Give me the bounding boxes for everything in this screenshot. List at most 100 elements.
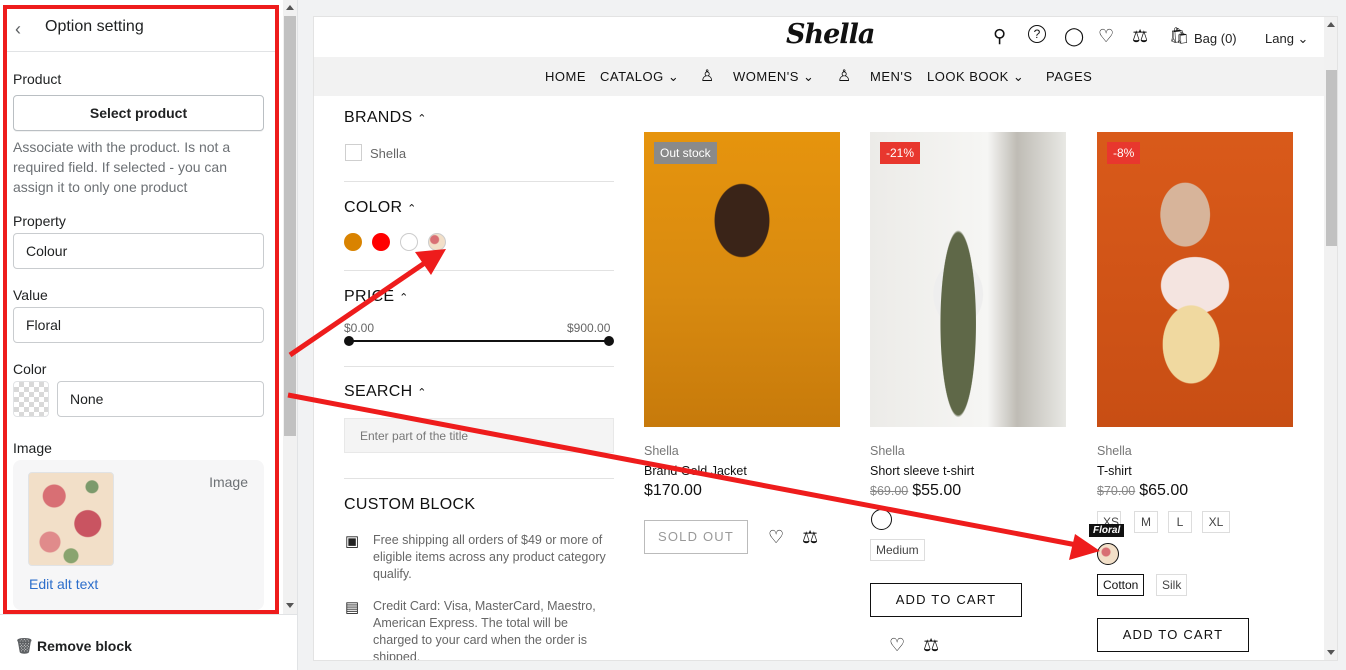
color-filter-heading[interactable]: COLOR ⌃ [344, 199, 417, 217]
old-price: $70.00 [1097, 484, 1136, 498]
brand-checkbox-label[interactable]: Shella [370, 146, 406, 161]
select-product-button[interactable]: Select product [13, 95, 264, 131]
price-slider-max-handle[interactable] [604, 336, 614, 346]
add-to-cart-button[interactable]: ADD TO CART [1097, 618, 1249, 652]
material-option-cotton[interactable]: Cotton [1097, 574, 1145, 596]
floral-image-thumbnail[interactable] [28, 472, 114, 566]
wishlist-icon[interactable]: ♡ [889, 635, 905, 656]
image-picker: Image Edit alt text [13, 460, 264, 610]
option-settings-panel: ‹ Option setting Product Select product … [0, 0, 298, 670]
size-option-xl[interactable]: XL [1202, 511, 1230, 533]
nav-womens[interactable]: WOMEN'S ⌄ [733, 69, 814, 85]
product-name[interactable]: Short sleeve t-shirt [870, 464, 974, 478]
nav-catalog-label: CATALOG [600, 69, 664, 84]
product-image-gold-jacket[interactable]: Out stock [644, 132, 840, 427]
package-icon: ▣ [345, 533, 360, 550]
main-navigation: HOME CATALOG ⌄ ♙ WOMEN'S ⌄ ♙ MEN'S LOOK … [314, 57, 1324, 96]
scroll-up-icon[interactable] [1327, 22, 1335, 27]
price-slider-min-handle[interactable] [344, 336, 354, 346]
color-swatch[interactable] [13, 381, 49, 417]
product-vendor[interactable]: Shella [644, 444, 679, 458]
product-vendor[interactable]: Shella [1097, 444, 1132, 458]
price-filter-heading[interactable]: PRICE ⌃ [344, 288, 409, 306]
badge-out-stock: Out stock [654, 142, 717, 164]
chevron-up-icon: ⌃ [417, 113, 427, 125]
material-option-silk[interactable]: Silk [1156, 574, 1188, 596]
nav-catalog[interactable]: CATALOG ⌄ [600, 69, 679, 85]
add-to-cart-button[interactable]: ADD TO CART [870, 583, 1022, 617]
preview-scrollbar[interactable] [1324, 17, 1337, 660]
shipping-text: Free shipping all orders of $49 or more … [373, 533, 606, 581]
chevron-up-icon: ⌃ [417, 387, 427, 399]
product-name[interactable]: Brand Gold Jacket [644, 464, 747, 478]
scrollbar-thumb[interactable] [1326, 70, 1337, 246]
back-arrow-icon[interactable]: ‹ [15, 19, 21, 40]
bag-icon[interactable]: 🛍 [1169, 26, 1189, 46]
panel-header: ‹ Option setting [7, 7, 275, 52]
product-price-block: $70.00 $65.00 [1097, 482, 1188, 500]
product-name[interactable]: T-shirt [1097, 464, 1132, 478]
product-image-short-sleeve[interactable]: -21% [870, 132, 1066, 427]
compare-icon[interactable]: ⚖ [1132, 26, 1148, 47]
color-input[interactable]: None [57, 381, 264, 417]
color-swatch-floral[interactable] [428, 233, 446, 251]
payment-text: Credit Card: Visa, MasterCard, Maestro, … [373, 599, 596, 661]
scroll-down-icon[interactable] [286, 603, 294, 608]
value-input[interactable]: Floral [13, 307, 264, 343]
color-swatch-orange[interactable] [344, 233, 362, 251]
scroll-down-icon[interactable] [1327, 650, 1335, 655]
color-option-white[interactable] [871, 509, 892, 530]
image-label: Image [13, 440, 52, 456]
edit-alt-text-link[interactable]: Edit alt text [29, 576, 98, 592]
filter-divider [344, 181, 614, 182]
color-option-floral[interactable] [1097, 543, 1119, 565]
badge-discount: -8% [1107, 142, 1141, 164]
product-help-text: Associate with the product. Is not a req… [13, 139, 231, 195]
size-option-l[interactable]: L [1168, 511, 1192, 533]
property-input[interactable]: Colour [13, 233, 264, 269]
image-change-link[interactable]: Image [209, 474, 248, 490]
search-filter-heading[interactable]: SEARCH ⌃ [344, 383, 427, 401]
nav-lookbook[interactable]: LOOK BOOK ⌄ [927, 69, 1024, 85]
product-vendor[interactable]: Shella [870, 444, 905, 458]
value-label: Value [13, 287, 48, 303]
size-option-m[interactable]: M [1134, 511, 1158, 533]
scrollbar-thumb[interactable] [284, 16, 296, 436]
remove-block-button[interactable]: 🗑 Remove block [15, 637, 132, 655]
brand-checkbox[interactable] [345, 144, 362, 161]
men-person-icon: ♙ [837, 68, 852, 85]
nav-pages[interactable]: PAGES [1046, 69, 1092, 84]
help-icon[interactable]: ? [1028, 25, 1046, 43]
sold-out-button[interactable]: SOLD OUT [644, 520, 748, 554]
filter-divider [344, 270, 614, 271]
product-image-tshirt[interactable]: -8% [1097, 132, 1293, 427]
account-icon[interactable]: ◯ [1064, 26, 1084, 47]
compare-icon[interactable]: ⚖ [923, 635, 939, 656]
color-label: Color [13, 361, 47, 377]
size-option-medium[interactable]: Medium [870, 539, 925, 561]
women-person-icon: ♙ [700, 68, 715, 85]
store-logo[interactable]: Shella [786, 19, 875, 50]
nav-home[interactable]: HOME [545, 69, 586, 84]
scroll-up-icon[interactable] [286, 5, 294, 10]
price-max: $900.00 [567, 321, 611, 335]
compare-icon[interactable]: ⚖ [802, 527, 818, 548]
bag-count[interactable]: Bag (0) [1194, 31, 1237, 46]
price-slider-track[interactable] [349, 340, 610, 342]
filter-search-input[interactable]: Enter part of the title [344, 418, 614, 453]
product-price-block: $69.00 $55.00 [870, 482, 961, 500]
search-icon[interactable]: ⚲ [993, 26, 1006, 47]
language-selector[interactable]: Lang ⌄ [1265, 31, 1308, 47]
color-swatch-white[interactable] [400, 233, 418, 251]
wishlist-icon[interactable]: ♡ [1098, 26, 1114, 47]
property-label: Property [13, 213, 66, 229]
credit-card-icon: ▤ [345, 599, 360, 616]
brands-filter-heading[interactable]: BRANDS ⌃ [344, 109, 427, 127]
color-swatch-red[interactable] [372, 233, 390, 251]
badge-discount: -21% [880, 142, 921, 164]
wishlist-icon[interactable]: ♡ [768, 527, 784, 548]
nav-mens[interactable]: MEN'S [870, 69, 913, 84]
price-title: PRICE [344, 288, 395, 305]
panel-scrollbar[interactable] [283, 0, 297, 614]
footer-divider [0, 614, 297, 615]
